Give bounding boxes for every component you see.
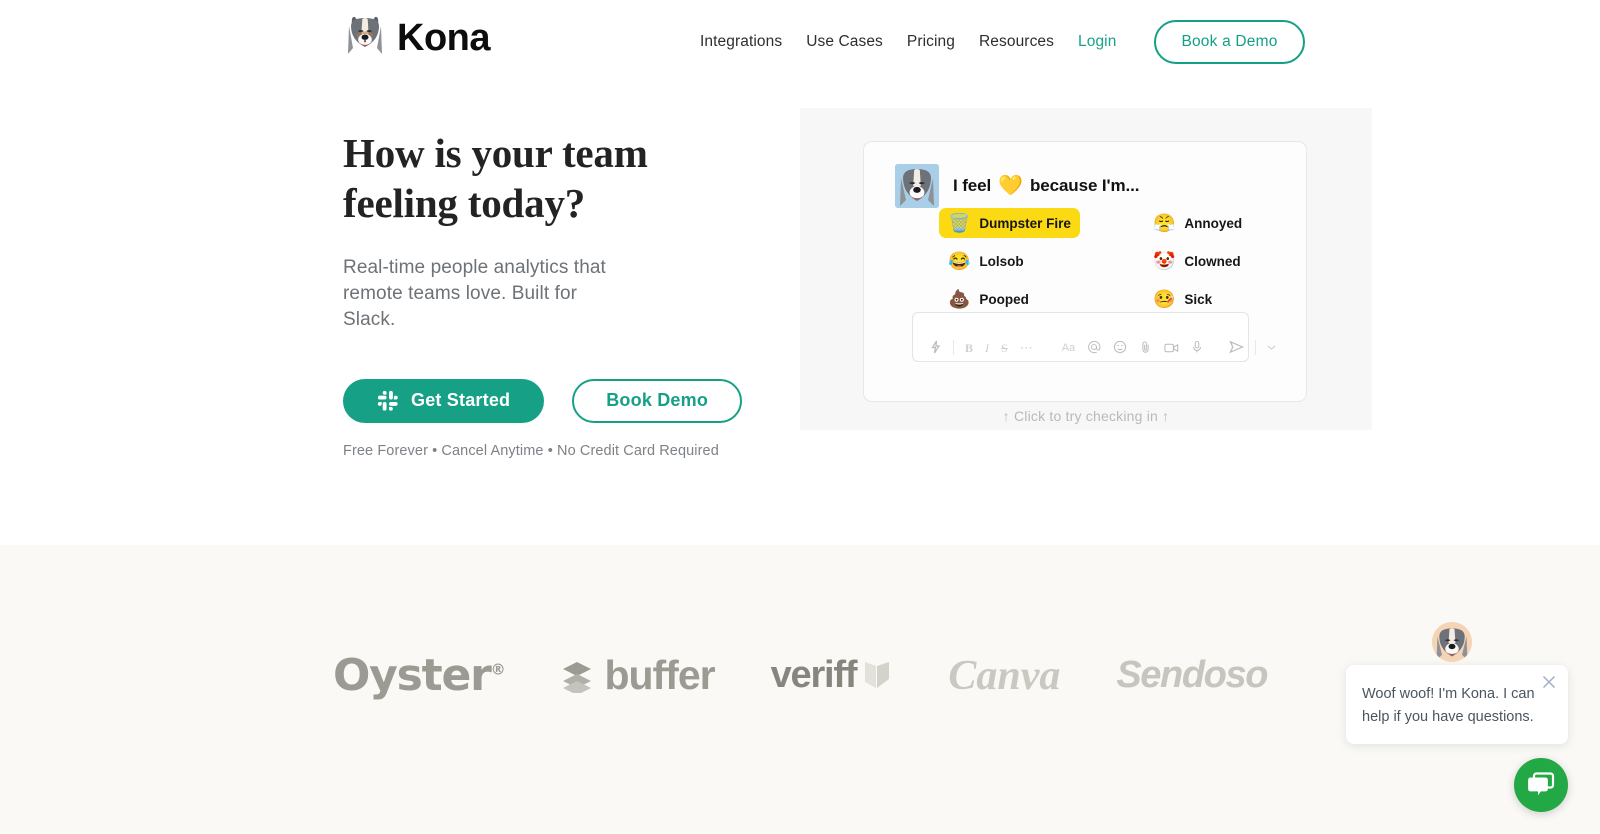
mood-option-lolsob[interactable]: 😂 Lolsob <box>939 246 1033 276</box>
chevron-down-icon[interactable] <box>1261 342 1282 353</box>
hero-copy: How is your team feeling today? Real-tim… <box>343 128 763 459</box>
mood-label: Dumpster Fire <box>979 215 1071 231</box>
send-icon[interactable] <box>1223 338 1250 356</box>
nav-item-integrations[interactable]: Integrations <box>688 25 794 59</box>
oyster-logo-text: Oyster <box>332 650 492 701</box>
mood-label: Sick <box>1184 291 1213 307</box>
pooped-emoji-icon: 💩 <box>948 289 971 309</box>
canva-logo: Canva <box>948 652 1060 700</box>
lolsob-emoji-icon: 😂 <box>948 251 971 271</box>
clowned-emoji-icon: 🤡 <box>1153 251 1176 271</box>
mood-label: Annoyed <box>1184 215 1243 231</box>
mood-label: Clowned <box>1184 253 1241 269</box>
mention-icon[interactable] <box>1081 338 1107 356</box>
book-a-demo-button[interactable]: Book a Demo <box>1154 20 1305 64</box>
slack-checkin-card[interactable]: I feel 💛 because I'm... 🗑️ Dumpster Fire… <box>863 141 1307 402</box>
more-icon[interactable]: ⋯ <box>1014 339 1040 356</box>
hero-title-line-2: feeling today? <box>343 180 586 227</box>
chat-message-text: Woof woof! I'm Kona. I can help if you h… <box>1362 686 1535 725</box>
mood-options-grid: 🗑️ Dumpster Fire 😤 Annoyed 😂 Lolsob 🤡 Cl… <box>939 204 1294 318</box>
chat-launcher-button[interactable] <box>1514 758 1568 812</box>
kona-dog-avatar-icon <box>895 164 939 208</box>
bold-icon[interactable]: B <box>959 339 979 356</box>
prompt-before-text: I feel <box>953 176 992 195</box>
hero-note: Free Forever • Cancel Anytime • No Credi… <box>343 442 719 459</box>
checkin-prompt: I feel 💛 because I'm... <box>953 176 1139 196</box>
lightning-icon[interactable] <box>923 338 948 356</box>
slack-icon <box>377 390 398 411</box>
brand-logo-link[interactable]: Kona <box>345 14 491 62</box>
oyster-logo: Oyster® <box>332 650 506 701</box>
prompt-after-text: because I'm... <box>1029 176 1140 195</box>
mood-option-annoyed[interactable]: 😤 Annoyed <box>1144 208 1251 238</box>
hero-cta-group: Get Started Book Demo <box>343 378 763 423</box>
nav-item-resources[interactable]: Resources <box>967 25 1066 59</box>
hero-title-line-1: How is your team <box>343 130 648 176</box>
microphone-icon[interactable] <box>1185 338 1209 356</box>
toolbar-divider <box>1255 339 1257 355</box>
nav-item-use-cases[interactable]: Use Cases <box>794 25 895 59</box>
attachment-icon[interactable] <box>1133 338 1158 356</box>
emoji-icon[interactable] <box>1107 338 1133 356</box>
mood-label: Pooped <box>979 291 1029 307</box>
main-nav: Integrations Use Cases Pricing Resources… <box>688 20 1305 64</box>
sick-emoji-icon: 🤒 <box>1153 289 1176 309</box>
get-started-label: Get Started <box>411 390 511 411</box>
mood-option-pooped[interactable]: 💩 Pooped <box>939 284 1038 314</box>
veriff-logo-text: veriff <box>770 654 858 696</box>
site-header: Kona Integrations Use Cases Pricing Reso… <box>0 0 1600 78</box>
hero-subtitle: Real-time people analytics that remote t… <box>343 257 606 330</box>
mood-option-dumpster-fire[interactable]: 🗑️ Dumpster Fire <box>939 208 1080 238</box>
oyster-logo-mark: ® <box>490 660 506 679</box>
canva-logo-text: Canva <box>948 652 1061 699</box>
sendoso-logo: Sendoso <box>1116 654 1268 697</box>
annoyed-emoji-icon: 😤 <box>1153 213 1176 233</box>
slack-prompt-row: I feel 💛 because I'm... <box>895 164 1139 208</box>
toolbar-divider <box>953 339 954 355</box>
chat-bubble-icon <box>1528 772 1555 796</box>
composer-toolbar: B I S ⋯ Aa <box>923 338 1282 356</box>
nav-item-pricing[interactable]: Pricing <box>895 25 967 59</box>
get-started-button[interactable]: Get Started <box>343 378 545 423</box>
veriff-logo-icon <box>865 661 890 688</box>
hero-caption: ↑ Click to try checking in ↑ <box>1002 408 1170 424</box>
landing-page: Kona Integrations Use Cases Pricing Reso… <box>0 0 1600 834</box>
nav-item-login[interactable]: Login <box>1066 25 1128 59</box>
mood-option-sick[interactable]: 🤒 Sick <box>1144 284 1221 314</box>
hero-preview-panel: I feel 💛 because I'm... 🗑️ Dumpster Fire… <box>800 108 1372 430</box>
book-demo-button[interactable]: Book Demo <box>572 378 743 423</box>
veriff-logo: veriff <box>771 654 893 697</box>
sendoso-logo-text: Sendoso <box>1116 654 1268 696</box>
brand-name: Kona <box>397 17 491 59</box>
dumpster-fire-emoji-icon: 🗑️ <box>948 213 971 233</box>
kona-dog-avatar-icon <box>1432 622 1472 662</box>
buffer-logo: buffer <box>560 652 716 699</box>
hero-section: How is your team feeling today? Real-tim… <box>0 78 1600 548</box>
page-title: How is your team feeling today? <box>343 128 763 228</box>
italic-icon[interactable]: I <box>979 339 995 356</box>
heart-emoji-icon: 💛 <box>998 175 1023 197</box>
mood-label: Lolsob <box>979 253 1024 269</box>
mood-option-clowned[interactable]: 🤡 Clowned <box>1144 246 1250 276</box>
strikethrough-icon[interactable]: S <box>995 339 1014 356</box>
video-icon[interactable] <box>1158 339 1185 356</box>
text-format-icon[interactable]: Aa <box>1056 338 1081 356</box>
chat-widget: Woof woof! I'm Kona. I can help if you h… <box>1300 604 1600 834</box>
kona-dog-logo-icon <box>348 16 382 54</box>
chat-message-bubble: Woof woof! I'm Kona. I can help if you h… <box>1346 665 1568 744</box>
message-composer[interactable]: B I S ⋯ Aa <box>912 312 1276 362</box>
buffer-logo-icon <box>563 661 592 693</box>
buffer-logo-text: buffer <box>604 652 715 698</box>
close-icon[interactable] <box>1540 673 1558 691</box>
